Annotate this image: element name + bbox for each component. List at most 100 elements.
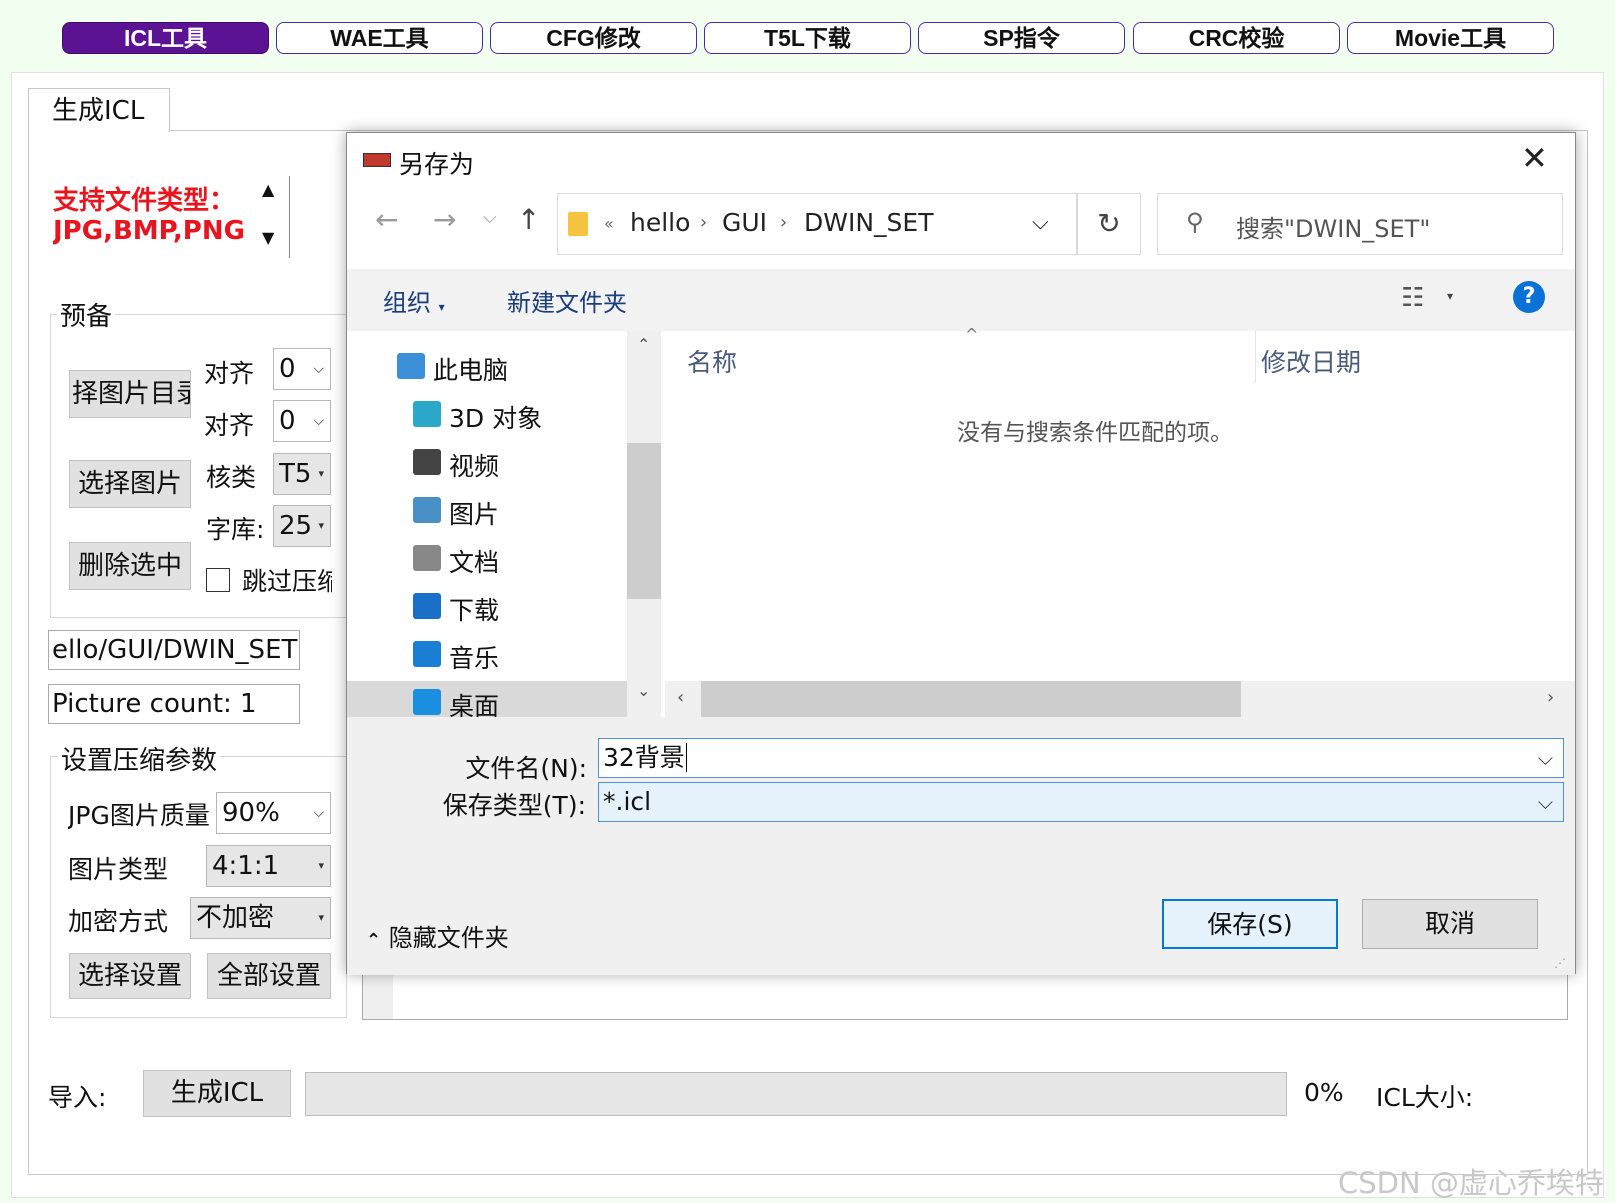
caret-down-icon: ▾ — [318, 911, 324, 924]
top-tab-1[interactable]: WAE工具 — [276, 22, 483, 54]
align-2-select[interactable]: 0 ⌵ — [273, 400, 331, 442]
nav-item-3[interactable]: 图片 — [347, 489, 627, 535]
scroll-left-icon[interactable]: ‹ — [677, 687, 684, 708]
import-label: 导入: — [48, 1083, 107, 1112]
scroll-up-icon[interactable]: ▲ — [262, 180, 274, 199]
nav-item-label: 此电脑 — [433, 356, 509, 385]
back-arrow-icon[interactable]: ← — [375, 203, 398, 236]
search-box[interactable]: ⚲ 搜索"DWIN_SET" — [1157, 193, 1563, 255]
chevron-up-icon: ⌃ — [366, 930, 382, 951]
align-1-select[interactable]: 0 ⌵ — [273, 348, 331, 390]
jpg-quality-select[interactable]: 90% ⌵ — [216, 792, 331, 834]
top-tab-3[interactable]: T5L下载 — [704, 22, 911, 54]
nav-item-1[interactable]: 3D 对象 — [347, 393, 627, 439]
breadcrumb-gui[interactable]: GUI — [722, 208, 767, 237]
encrypt-value: 不加密 — [196, 903, 275, 933]
jpg-quality-value: 90% — [222, 798, 280, 828]
new-folder-button[interactable]: 新建文件夹 — [507, 283, 627, 318]
support-types-value: JPG,BMP,PNG — [53, 216, 245, 246]
font-lib-value: 25 — [279, 511, 313, 541]
encrypt-select[interactable]: 不加密 ▾ — [190, 897, 331, 939]
horizontal-scroll-thumb[interactable] — [701, 681, 1241, 717]
nav-item-6[interactable]: 音乐 — [347, 633, 627, 679]
chevron-down-icon: ⌵ — [313, 805, 324, 821]
compress-group-title: 设置压缩参数 — [58, 740, 221, 777]
top-tab-4[interactable]: SP指令 — [918, 22, 1125, 54]
address-bar[interactable]: « hello › GUI › DWIN_SET ⌵ — [557, 193, 1077, 255]
hide-folders-toggle[interactable]: ⌃ 隐藏文件夹 — [366, 918, 509, 953]
sort-up-icon: ^ — [965, 325, 979, 344]
select-image-dir-button[interactable]: 择图片目录 — [69, 370, 191, 418]
select-image-button[interactable]: 选择图片 — [69, 460, 191, 508]
align-2-label: 对齐 — [204, 411, 255, 440]
computer-icon — [397, 353, 425, 379]
nav-item-label: 音乐 — [449, 644, 500, 673]
core-select[interactable]: T5 ▾ — [273, 453, 331, 495]
chevron-down-icon[interactable]: ⌵ — [1538, 739, 1553, 777]
select-settings-button[interactable]: 选择设置 — [69, 953, 191, 999]
nav-item-0[interactable]: 此电脑 — [347, 345, 627, 391]
up-arrow-icon[interactable]: ↑ — [517, 203, 540, 236]
chevron-down-icon: ⌵ — [313, 361, 324, 377]
close-icon[interactable]: ✕ — [1521, 139, 1548, 177]
top-tab-2[interactable]: CFG修改 — [490, 22, 697, 54]
chevron-down-icon[interactable]: ⌵ — [1538, 783, 1553, 821]
filename-field[interactable]: 32背景 ⌵ — [598, 738, 1564, 778]
resize-grip-icon[interactable]: ⋰ — [1554, 956, 1566, 970]
nav-item-4[interactable]: 文档 — [347, 537, 627, 583]
nav-item-2[interactable]: 视频 — [347, 441, 627, 487]
cancel-button[interactable]: 取消 — [1362, 899, 1538, 949]
generate-icl-button[interactable]: 生成ICL — [143, 1070, 291, 1117]
empty-message: 没有与搜索条件匹配的项。 — [957, 420, 1233, 446]
nav-scrollbar[interactable]: ⌃ ⌄ — [627, 331, 661, 717]
path-field[interactable]: ello/GUI/DWIN_SET — [48, 630, 300, 670]
recent-locations-icon[interactable]: ⌵ — [483, 207, 497, 228]
refresh-icon[interactable]: ↻ — [1077, 193, 1141, 255]
top-tab-0[interactable]: ICL工具 — [62, 22, 269, 54]
font-lib-select[interactable]: 25 ▾ — [273, 505, 331, 547]
top-tab-6[interactable]: Movie工具 — [1347, 22, 1554, 54]
pic-type-select[interactable]: 4:1:1 ▾ — [206, 845, 331, 887]
hide-folders-label: 隐藏文件夹 — [388, 924, 509, 952]
view-options-icon[interactable]: ☷ — [1401, 283, 1424, 313]
organize-menu[interactable]: 组织 ▾ — [383, 283, 445, 318]
column-divider — [1255, 331, 1256, 383]
filetype-select[interactable]: *.icl ⌵ — [598, 782, 1564, 822]
picture-count-field: Picture count: 1 — [48, 684, 300, 724]
save-button[interactable]: 保存(S) — [1162, 899, 1338, 949]
navigation-pane: 此电脑 3D 对象 视频 图片 文档 下载 音乐 桌面 — [347, 331, 657, 727]
nav-item-5[interactable]: 下载 — [347, 585, 627, 631]
address-overflow[interactable]: « — [604, 214, 614, 233]
nav-scroll-thumb[interactable] — [627, 443, 661, 599]
support-types-label: 支持文件类型： — [53, 186, 236, 216]
caret-down-icon: ▾ — [438, 300, 445, 314]
caret-down-icon: ▾ — [318, 467, 324, 480]
scroll-down-icon[interactable]: ⌄ — [637, 681, 650, 700]
breadcrumb-hello[interactable]: hello — [630, 208, 690, 237]
document-icon — [413, 545, 441, 571]
tab-generate-icl[interactable]: 生成ICL — [28, 88, 170, 132]
search-icon: ⚲ — [1186, 208, 1204, 236]
chevron-down-icon: ⌵ — [313, 413, 324, 429]
all-settings-button[interactable]: 全部设置 — [207, 953, 331, 999]
scroll-down-icon[interactable]: ▼ — [262, 228, 274, 247]
help-icon[interactable]: ? — [1513, 281, 1545, 313]
caret-down-icon[interactable]: ▾ — [1447, 289, 1453, 303]
caret-down-icon: ▾ — [318, 519, 324, 532]
download-icon — [413, 593, 441, 619]
jpg-quality-label: JPG图片质量 — [68, 801, 210, 830]
column-header-name[interactable]: 名称 — [687, 343, 737, 379]
breadcrumb-dwin-set[interactable]: DWIN_SET — [804, 208, 933, 237]
top-tab-5[interactable]: CRC校验 — [1133, 22, 1340, 54]
forward-arrow-icon[interactable]: → — [433, 203, 456, 236]
scroll-up-icon[interactable]: ⌃ — [637, 335, 650, 354]
horizontal-scrollbar[interactable]: ‹ › — [665, 681, 1575, 717]
address-dropdown-icon[interactable]: ⌵ — [1032, 210, 1049, 235]
column-header-date[interactable]: 修改日期 — [1261, 343, 1361, 379]
save-as-dialog: 另存为 ✕ ← → ⌵ ↑ « hello › GUI › DWIN_SET ⌵… — [346, 132, 1576, 975]
scroll-right-icon[interactable]: › — [1547, 687, 1554, 708]
music-icon — [413, 641, 441, 667]
delete-selected-button[interactable]: 删除选中 — [69, 542, 191, 590]
support-types-scrollbar[interactable]: ▲ ▼ — [256, 176, 290, 258]
skip-compress-checkbox[interactable] — [206, 568, 230, 592]
